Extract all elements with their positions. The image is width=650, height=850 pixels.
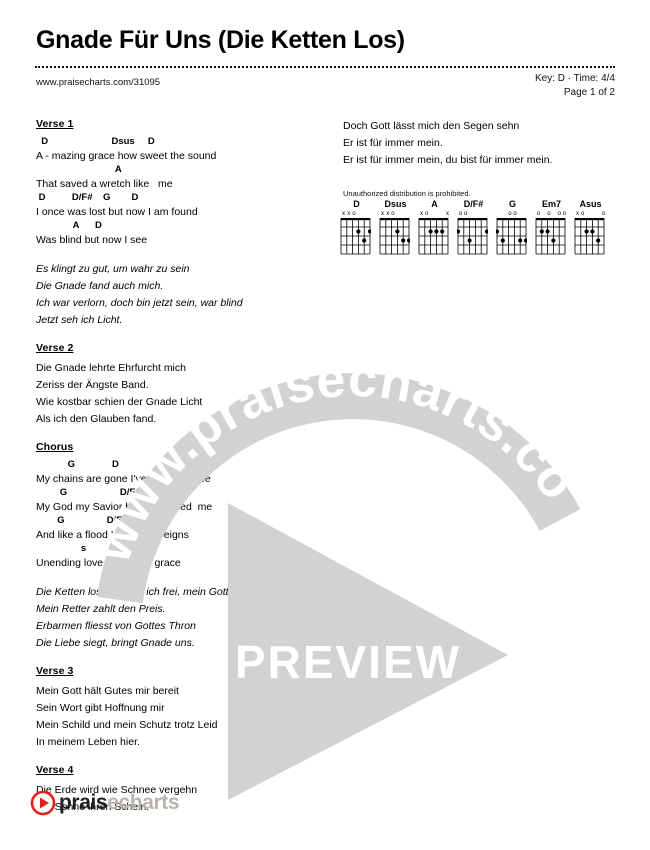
lyric-line: I once was lost but now I am found: [36, 206, 198, 218]
verse-2-block: Die Gnade lehrte Ehrfurcht mich Zeriss d…: [36, 360, 326, 428]
german-lyric-line: Die Ketten los, jetzt bin ich frei, mein…: [36, 586, 229, 598]
chorus-block: G D My chains are gone I've been set fre…: [36, 459, 326, 571]
lyric-line: Als ich den Glauben fand.: [36, 413, 157, 425]
chord-fretboard: [457, 218, 488, 255]
german-lyric-line: Die Liebe siegt, bringt Gnade uns.: [36, 637, 195, 649]
lyric-line: Er ist für immer mein.: [343, 137, 443, 149]
page-title: Gnade Für Uns (Die Ketten Los): [36, 26, 405, 54]
chord-open-mute-markers: xxo: [381, 211, 395, 217]
play-circle-icon: [30, 790, 56, 816]
lyric-line: And like a flood His mercy reigns: [36, 529, 189, 541]
lyric-line: Er ist für immer mein, du bist für immer…: [343, 154, 553, 166]
logo-text-dark: prais: [59, 791, 108, 814]
header-divider: [35, 66, 615, 68]
chord-line: A D: [36, 220, 102, 231]
lyrics-column-left: Verse 1 D Dsus D A - mazing grace how sw…: [36, 118, 326, 816]
chord-open-mute-markers: oooo: [536, 211, 567, 217]
chord-fretboard: [496, 218, 527, 255]
chord-open-mute-markers: xox: [420, 211, 449, 217]
section-heading-chorus: Chorus: [36, 441, 74, 453]
chord-line: A: [36, 164, 122, 175]
german-lyric-line: Ich war verlorn, doch bin jetzt sein, wa…: [36, 297, 243, 309]
source-url: www.praisecharts.com/31095: [36, 77, 161, 88]
chord-line: G D/F#: [36, 487, 141, 498]
chord-open-mute-markers: oo: [508, 211, 517, 217]
lyric-line: In meinem Leben hier.: [36, 736, 140, 748]
chord-fretboard: [379, 218, 410, 255]
chord-line: G D: [36, 459, 119, 470]
chord-diagram-name: Dsus: [384, 199, 407, 209]
copyright-notice: Unauthorized distribution is prohibited.: [343, 189, 471, 198]
section-heading-verse-1: Verse 1: [36, 118, 74, 130]
section-heading-verse-2: Verse 2: [36, 342, 74, 354]
page-number-label: Page 1 of 2: [563, 87, 615, 98]
verse-3-block: Mein Gott hält Gutes mir bereit Sein Wor…: [36, 683, 326, 751]
lyric-line: My God my Savior has ransomed me: [36, 501, 213, 513]
chord-line: s D: [36, 543, 120, 554]
verse-1-block: D Dsus D A - mazing grace how sweet the …: [36, 136, 326, 248]
chord-diagram-name: D/F#: [463, 199, 484, 209]
lyric-line: That saved a wretch like me: [36, 178, 173, 190]
praisecharts-logo[interactable]: praisecharts: [30, 790, 180, 816]
german-lyric-line: Es klingt zu gut, um wahr zu sein: [36, 263, 190, 275]
german-lyric-line: Die Gnade fand auch mich.: [36, 280, 164, 292]
chorus-german-block: Die Ketten los, jetzt bin ich frei, mein…: [36, 584, 326, 652]
chord-open-mute-markers: oo: [458, 211, 468, 217]
chord-diagram-row: Dx x o Dsus x x o Ax o x D/F# o o Go o Em7 o o o o Asus x o o: [340, 198, 607, 255]
chord-open-mute-markers: xxo: [342, 211, 356, 217]
chord-diagram: D/F# o o: [457, 198, 490, 255]
chord-diagram-name: Asus: [579, 199, 602, 209]
lyric-line: Doch Gott lässt mich den Segen sehn: [343, 120, 520, 132]
chord-diagram: Axox: [418, 198, 451, 255]
chord-diagram-name: D: [353, 199, 360, 209]
key-time-label: Key: D · Time: 4/4: [534, 73, 615, 84]
section-heading-verse-3: Verse 3: [36, 665, 74, 677]
chord-line: D D/F# G D: [36, 192, 139, 203]
lyric-line: My chains are gone I've been set free: [36, 473, 211, 485]
logo-wordmark: praisecharts: [59, 791, 180, 815]
chord-diagram-name: G: [508, 199, 516, 209]
chord-diagram: Dsus x x o: [379, 198, 412, 255]
lyric-line: Sein Wort gibt Hoffnung mir: [36, 702, 165, 714]
lyric-line: Zeriss der Ängste Band.: [36, 379, 149, 391]
lyric-line: Unending love amazing grace: [36, 557, 181, 569]
chord-fretboard: [574, 218, 605, 255]
chord-diagram: Goo: [496, 198, 529, 255]
german-lyric-line: Jetzt seh ich Licht.: [36, 314, 123, 326]
verse-1-german-block: Es klingt zu gut, um wahr zu sein Die Gn…: [36, 261, 326, 329]
chord-diagram: Em7 o o o o: [535, 198, 568, 255]
lyric-line: Wie kostbar schien der Gnade Licht: [36, 396, 203, 408]
chord-line: G D/F#: [36, 515, 128, 526]
german-lyric-line: Erbarmen fliesst von Gottes Thron: [36, 620, 196, 632]
sheet-music-page: Gnade Für Uns (Die Ketten Los) www.prais…: [0, 0, 650, 850]
chord-fretboard: [340, 218, 371, 255]
chord-diagram: Dxxo: [340, 198, 373, 255]
chord-fretboard: [535, 218, 566, 255]
section-heading-verse-4: Verse 4: [36, 764, 74, 776]
chord-diagram: Asus x o o: [574, 198, 607, 255]
lyric-line: Die Gnade lehrte Ehrfurcht mich: [36, 362, 186, 374]
logo-text-light: echarts: [107, 791, 180, 814]
chord-open-mute-markers: xoo: [576, 211, 606, 217]
lyric-line: Mein Schild und mein Schutz trotz Leid: [36, 719, 218, 731]
chord-diagram-name: Em7: [541, 199, 561, 209]
lyrics-column-right: Doch Gott lässt mich den Segen sehn Er i…: [343, 118, 618, 198]
lyric-line: A - mazing grace how sweet the sound: [36, 150, 217, 162]
german-lyric-line: Mein Retter zahlt den Preis.: [36, 603, 166, 615]
lyric-line: Mein Gott hält Gutes mir bereit: [36, 685, 179, 697]
chord-diagram-name: A: [431, 199, 438, 209]
chord-line: D Dsus D: [36, 136, 155, 147]
chart-meta: Key: D · Time: 4/4 Page 1 of 2: [535, 72, 615, 100]
chord-fretboard: [418, 218, 449, 255]
lyric-line: Was blind but now I see: [36, 234, 148, 246]
